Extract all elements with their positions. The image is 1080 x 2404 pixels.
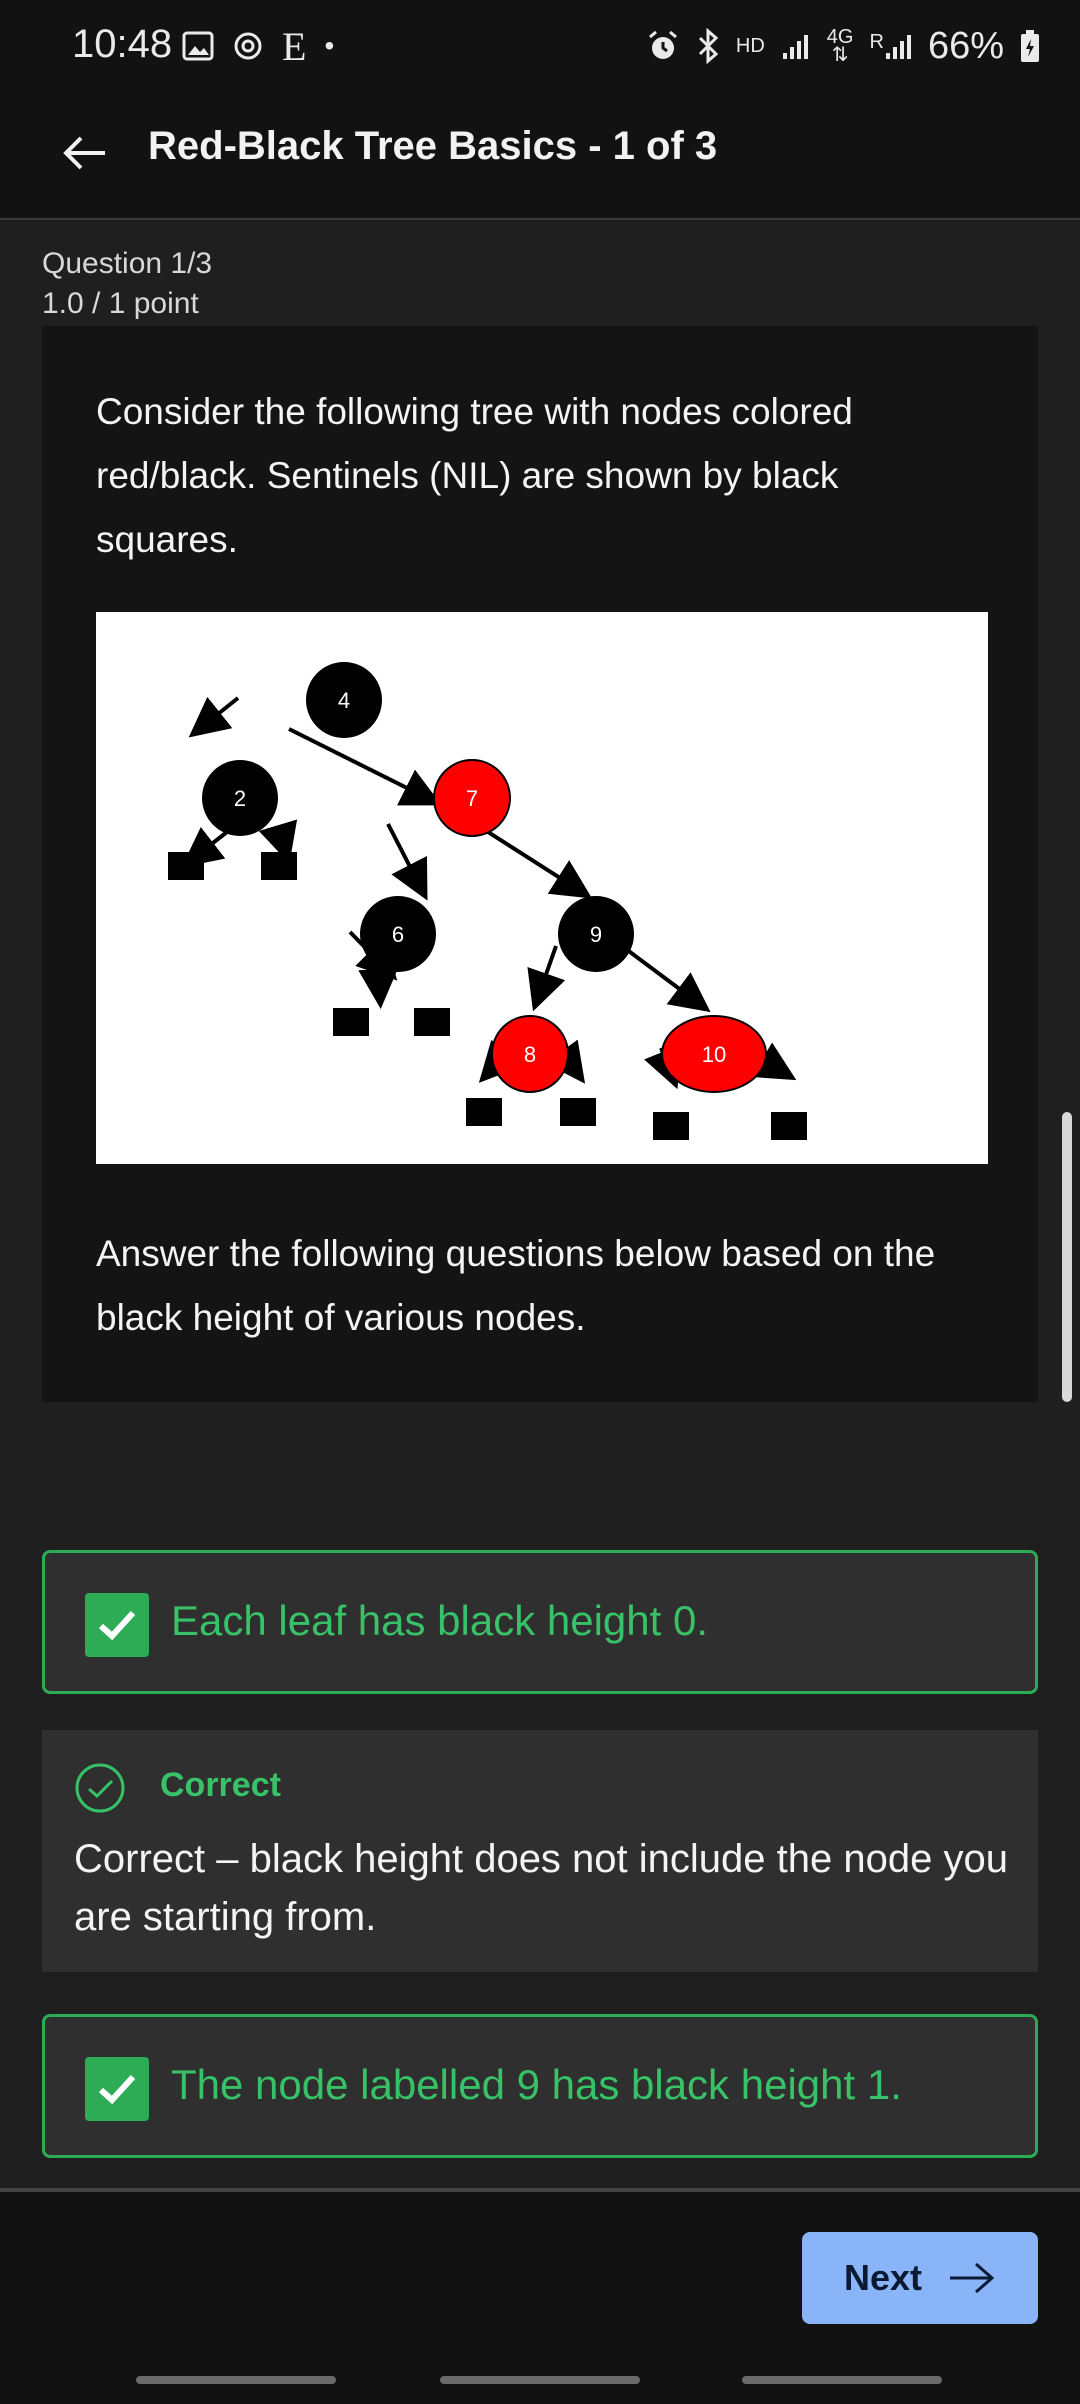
signal-r-icon: R bbox=[869, 31, 911, 61]
svg-text:9: 9 bbox=[590, 922, 602, 947]
answer-option-label: Each leaf has black height 0. bbox=[171, 1597, 709, 1644]
tree-node-7: 7 bbox=[433, 759, 511, 837]
checkbox-checked[interactable] bbox=[85, 1593, 149, 1657]
checkbox-checked[interactable] bbox=[85, 2057, 149, 2121]
signal-icon bbox=[782, 35, 808, 59]
checkmark-icon bbox=[98, 2074, 136, 2105]
question-card: Consider the following tree with nodes c… bbox=[42, 326, 1038, 1402]
back-button[interactable] bbox=[50, 118, 120, 188]
arrow-left-icon bbox=[63, 136, 105, 170]
page-title: Red-Black Tree Basics - 1 of 3 bbox=[148, 124, 718, 168]
hd-icon: HD bbox=[735, 34, 765, 57]
status-left-icons: E • bbox=[182, 23, 335, 69]
nav-back-pill[interactable] bbox=[742, 2376, 942, 2384]
status-time: 10:48 bbox=[72, 22, 173, 66]
svg-text:6: 6 bbox=[392, 922, 404, 947]
arrow-right-icon bbox=[950, 2262, 995, 2294]
svg-text:7: 7 bbox=[466, 786, 478, 811]
svg-text:8: 8 bbox=[524, 1042, 536, 1067]
question-points: 1.0 / 1 point bbox=[42, 287, 199, 320]
tree-node-9: 9 bbox=[558, 896, 634, 972]
4g-icon: 4G ⇅ bbox=[826, 26, 854, 66]
answer-option-2[interactable]: The node labelled 9 has black height 1. bbox=[42, 2014, 1038, 2158]
sync-icon bbox=[234, 32, 262, 60]
svg-text:2: 2 bbox=[234, 786, 246, 811]
question-prompt: Consider the following tree with nodes c… bbox=[96, 391, 853, 560]
question-instruction: Answer the following questions below bas… bbox=[96, 1233, 936, 1338]
svg-text:10: 10 bbox=[702, 1042, 726, 1067]
tree-figure: 4 2 7 6 9 8 10 bbox=[96, 612, 988, 1164]
tree-node-10: 10 bbox=[661, 1015, 767, 1093]
tree-node-6: 6 bbox=[360, 896, 436, 972]
alarm-icon bbox=[648, 30, 677, 59]
answer-option-label: The node labelled 9 has black height 1. bbox=[171, 2061, 902, 2108]
bluetooth-icon bbox=[698, 28, 719, 64]
feedback-text: Correct – black height does not include … bbox=[74, 1837, 1008, 1939]
svg-text:4: 4 bbox=[338, 688, 350, 713]
checkmark-icon bbox=[98, 1610, 136, 1641]
app-header: Red-Black Tree Basics - 1 of 3 bbox=[0, 90, 1080, 220]
next-button[interactable]: Next bbox=[802, 2232, 1038, 2324]
question-meta: Question 1/3 1.0 / 1 point bbox=[42, 244, 212, 324]
e-icon: E bbox=[282, 23, 307, 69]
answer-feedback: Correct Correct – black height does not … bbox=[42, 1730, 1038, 1972]
nav-recent-pill[interactable] bbox=[136, 2376, 336, 2384]
status-bar: 10:48 E • HD 4G ⇅ R 66% bbox=[0, 0, 1080, 90]
tree-node-4: 4 bbox=[306, 662, 382, 738]
battery-icon bbox=[1021, 30, 1039, 62]
question-number: Question 1/3 bbox=[42, 247, 213, 280]
battery-percent: 66% bbox=[927, 24, 1004, 67]
tree-node-2: 2 bbox=[202, 760, 278, 836]
check-circle-icon bbox=[75, 1763, 125, 1813]
footer-bar: Next bbox=[0, 2188, 1080, 2404]
answer-option-1[interactable]: Each leaf has black height 0. bbox=[42, 1550, 1038, 1694]
tree-node-8: 8 bbox=[491, 1015, 569, 1093]
status-right-icons: HD 4G ⇅ R 66% bbox=[646, 24, 1040, 68]
feedback-title: Correct bbox=[160, 1766, 281, 1804]
next-button-label: Next bbox=[843, 2257, 923, 2298]
nav-home-pill[interactable] bbox=[440, 2376, 640, 2384]
system-nav-bar bbox=[0, 2376, 1080, 2386]
gallery-icon bbox=[182, 31, 214, 61]
dot-icon: • bbox=[324, 30, 335, 61]
scrollbar-thumb[interactable] bbox=[1062, 1112, 1072, 1402]
